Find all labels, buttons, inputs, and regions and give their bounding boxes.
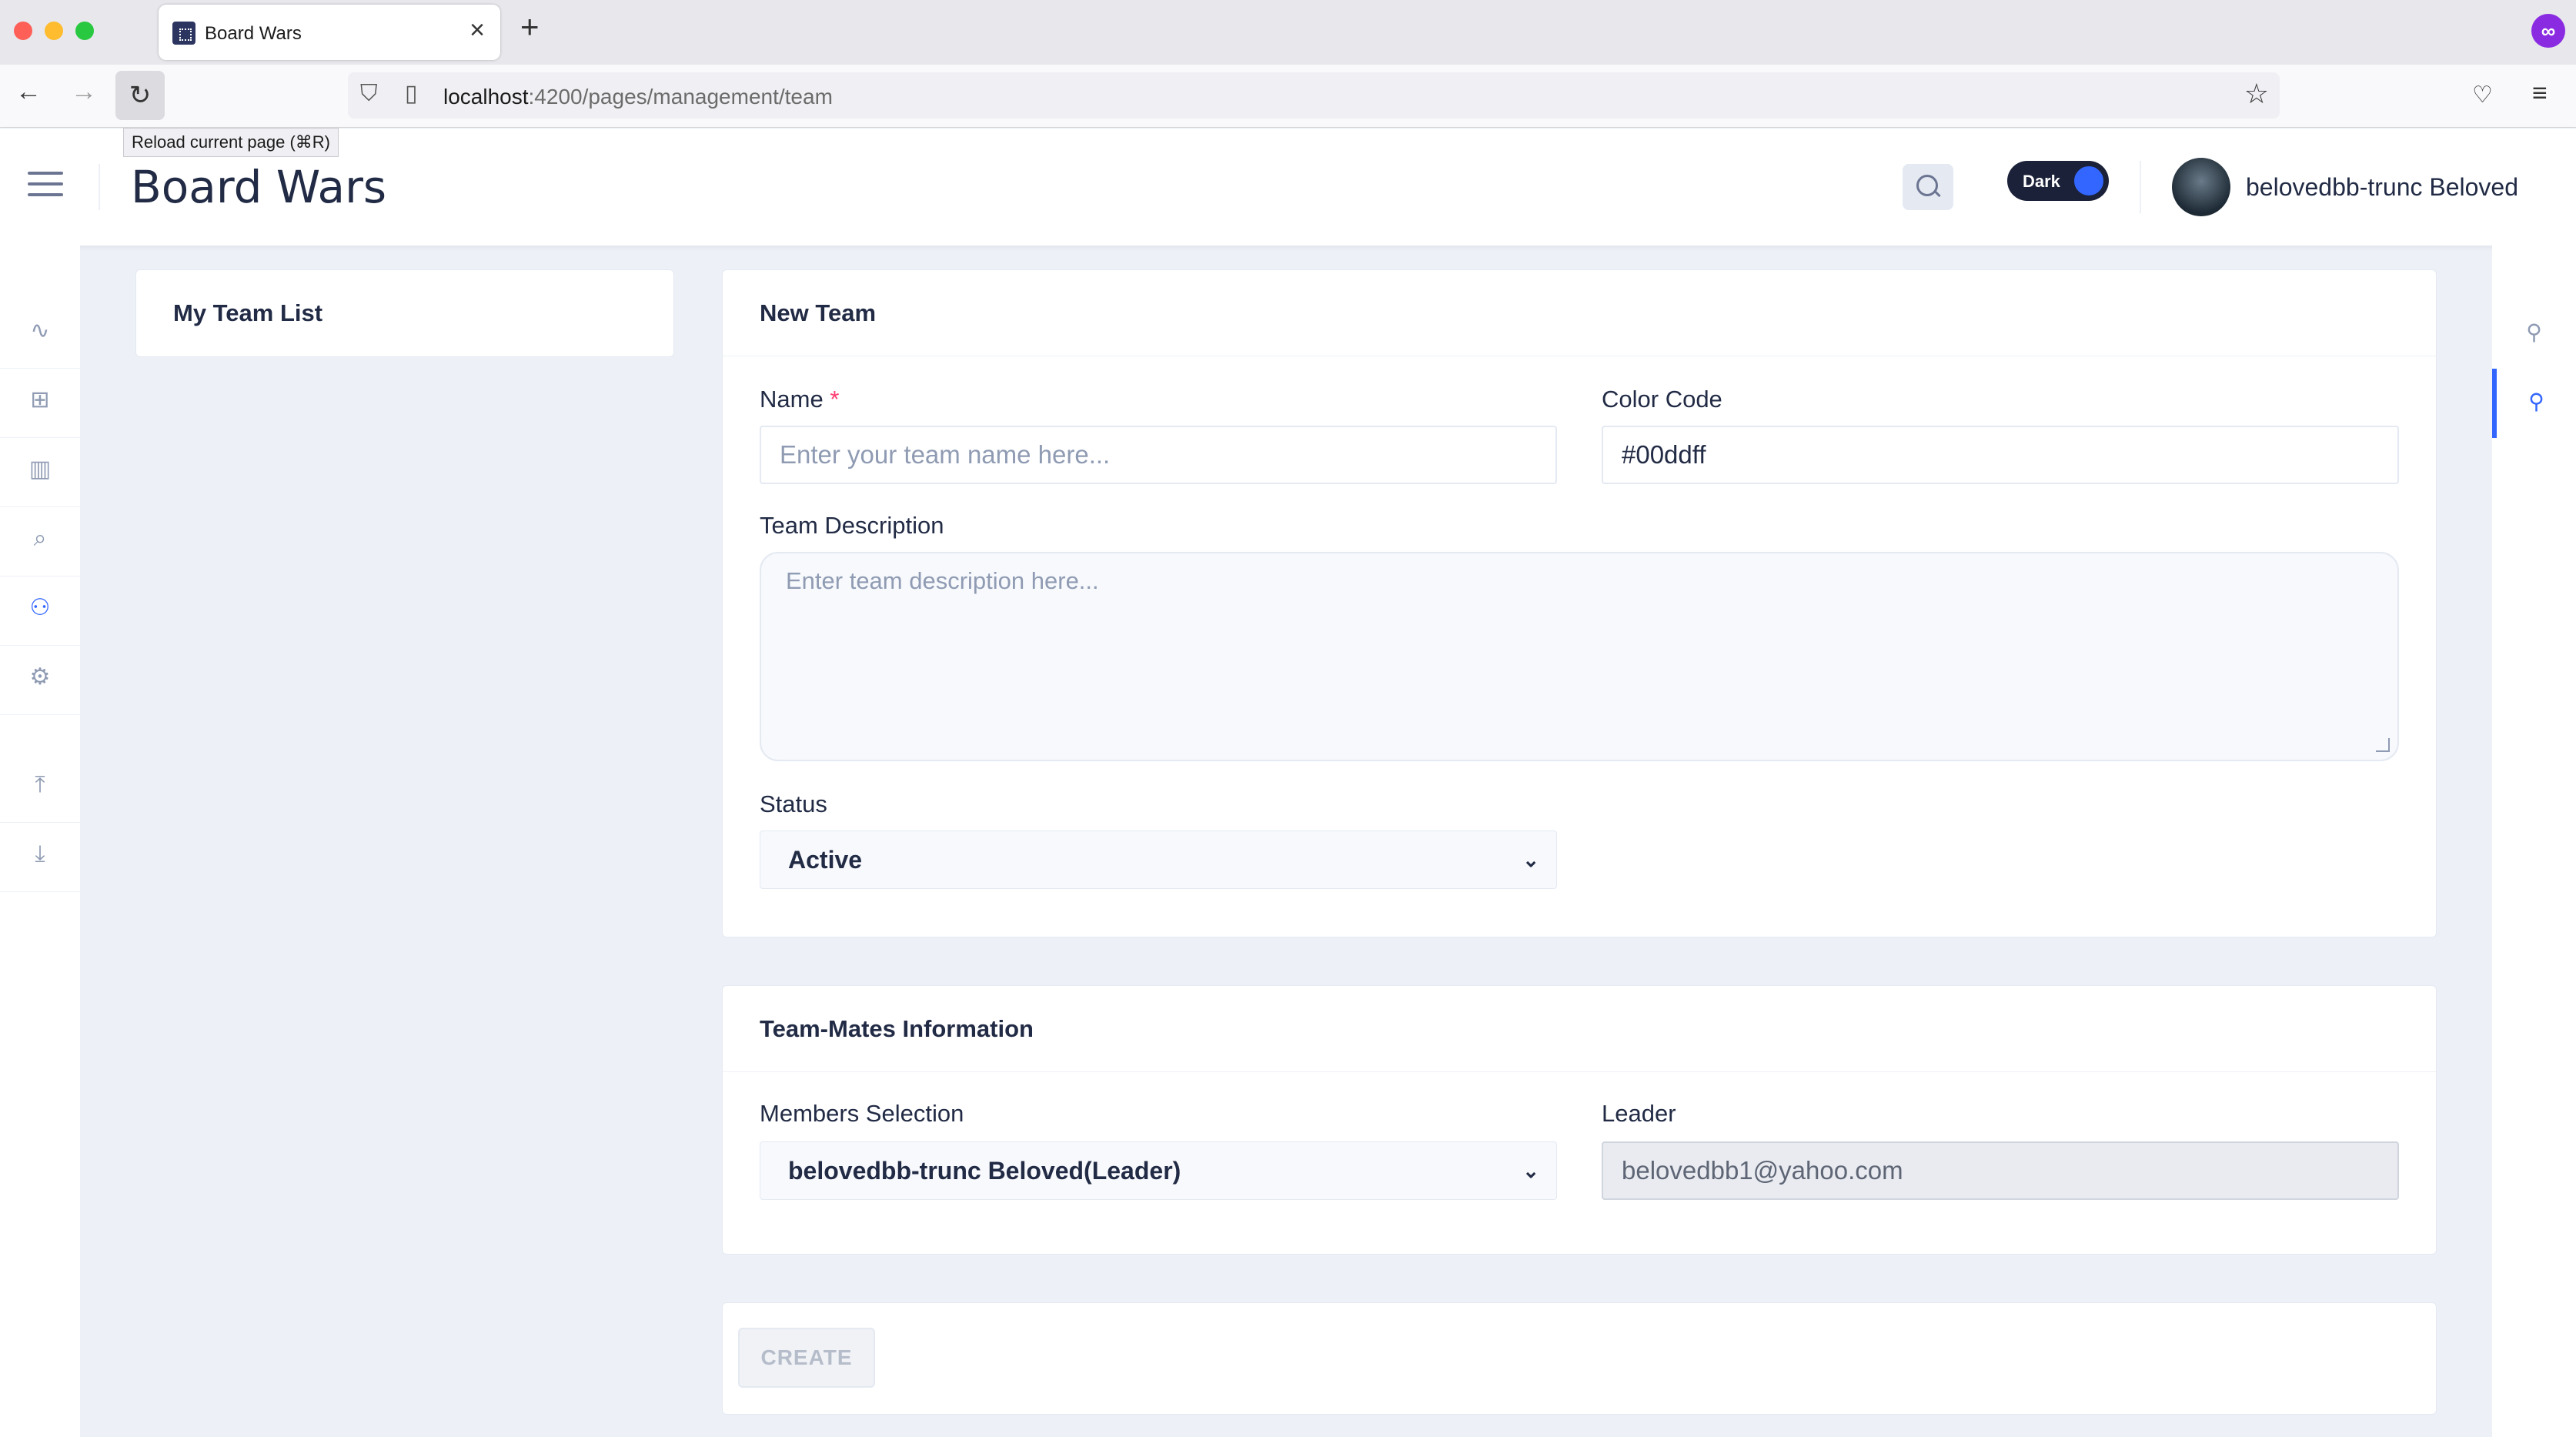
bookmark-star-icon[interactable]: ☆ <box>2244 80 2269 108</box>
url-text[interactable]: localhost:4200/pages/management/team <box>443 85 833 109</box>
members-value: belovedbb-trunc Beloved(Leader) <box>788 1157 1181 1185</box>
pocket-icon[interactable]: ♡ <box>2472 82 2493 109</box>
search-icon[interactable] <box>1903 164 1953 210</box>
header-divider <box>99 164 100 210</box>
hamburger-menu-icon[interactable] <box>28 172 63 199</box>
name-label: Name * <box>760 386 840 413</box>
team-list-card: My Team List <box>135 269 674 357</box>
new-team-title: New Team <box>723 270 2436 356</box>
create-button[interactable]: CREATE <box>738 1328 875 1388</box>
browser-menu-icon[interactable]: ≡ <box>2532 79 2548 109</box>
sidebar-item-upload[interactable]: ⤒ <box>0 754 80 823</box>
search-icon: ⌕ <box>33 526 47 551</box>
extension-icon[interactable]: ∞ <box>2531 14 2565 48</box>
forward-arrow-icon[interactable]: → <box>71 79 97 105</box>
theme-toggle[interactable]: Dark <box>2007 161 2109 201</box>
gear-icon: ⚙ <box>29 664 51 690</box>
tab-title: Board Wars <box>205 23 302 44</box>
sidebar-item-boards[interactable]: ▥ <box>0 438 80 507</box>
avatar[interactable] <box>2172 158 2230 216</box>
minimize-window-button[interactable] <box>45 22 63 40</box>
board-icon: ▥ <box>28 456 52 482</box>
download-icon: ⤓ <box>35 841 45 867</box>
color-code-label: Color Code <box>1602 386 1722 413</box>
back-arrow-icon[interactable]: ← <box>15 79 42 105</box>
status-select[interactable]: Active ⌄ <box>760 830 1557 889</box>
toggle-knob <box>2073 165 2105 197</box>
leader-label: Leader <box>1602 1100 1676 1127</box>
reload-tooltip: Reload current page (⌘R) <box>123 128 339 157</box>
new-tab-icon[interactable]: + <box>520 11 540 43</box>
description-label: Team Description <box>760 512 944 539</box>
maximize-window-button[interactable] <box>75 22 94 40</box>
chevron-down-icon: ⌄ <box>1522 1159 1539 1182</box>
app-title[interactable]: Board Wars <box>131 161 386 213</box>
description-placeholder: Enter team description here... <box>786 567 1099 594</box>
close-tab-icon[interactable]: × <box>469 17 485 43</box>
app-header: Board Wars Dark belovedbb-trunc Beloved <box>0 129 2576 246</box>
shield-icon[interactable]: ⛉ <box>360 82 378 105</box>
people-icon: ⚇ <box>29 595 51 620</box>
sidebar-item-teams[interactable]: ⚇ <box>0 576 80 646</box>
new-team-card: New Team Name * Color Code #00ddff Team … <box>722 269 2437 937</box>
team-mates-card: Team-Mates Information Members Selection… <box>722 985 2437 1255</box>
sidebar-item-settings[interactable]: ⚙ <box>0 646 80 715</box>
resize-handle-icon[interactable] <box>2376 738 2390 752</box>
header-divider <box>2140 161 2141 213</box>
left-sidebar: ∿ ⊞ ▥ ⌕ ⚇ ⚙ ⤒ ⤓ <box>0 246 80 1437</box>
person-add-icon: ⚲ <box>2528 389 2544 413</box>
right-sidebar: ⚲ ⚲ <box>2492 246 2576 1437</box>
members-label: Members Selection <box>760 1100 964 1127</box>
required-mark: * <box>830 386 840 413</box>
sidebar-item-layout[interactable]: ⊞ <box>0 369 80 438</box>
status-value: Active <box>788 846 863 874</box>
team-list-title: My Team List <box>173 299 323 326</box>
layout-icon: ⊞ <box>30 387 50 413</box>
url-path: :4200/pages/management/team <box>528 85 833 109</box>
team-description-textarea[interactable]: Enter team description here... <box>760 552 2399 761</box>
theme-toggle-label: Dark <box>2023 172 2060 191</box>
sidebar-item-download[interactable]: ⤓ <box>0 823 80 892</box>
favicon-icon <box>172 22 195 45</box>
chevron-down-icon: ⌄ <box>1522 848 1539 871</box>
sidebar-item-dashboard[interactable]: ∿ <box>0 299 80 369</box>
browser-nav-bar: ← → ↻ ⛉ ▯ localhost:4200/pages/managemen… <box>0 65 2576 128</box>
members-select[interactable]: belovedbb-trunc Beloved(Leader) ⌄ <box>760 1141 1557 1200</box>
team-mates-title: Team-Mates Information <box>723 986 2436 1072</box>
status-label: Status <box>760 790 827 817</box>
activity-icon: ∿ <box>30 318 50 343</box>
url-host: localhost <box>443 85 529 109</box>
sidebar-item-search[interactable]: ⌕ <box>0 507 80 576</box>
browser-tab[interactable]: Board Wars × <box>159 5 500 60</box>
user-name[interactable]: belovedbb-trunc Beloved <box>2246 173 2518 202</box>
close-window-button[interactable] <box>14 22 32 40</box>
url-bar[interactable]: ⛉ ▯ localhost:4200/pages/management/team… <box>348 72 2280 119</box>
reload-icon[interactable]: ↻ <box>115 71 165 120</box>
sidebar-item-team[interactable]: ⚲ <box>2492 369 2576 438</box>
person-icon: ⚲ <box>2526 320 2542 344</box>
color-code-input[interactable]: #00ddff <box>1602 426 2399 484</box>
team-name-input[interactable] <box>760 426 1557 484</box>
browser-tab-bar: Board Wars × + ∞ <box>0 0 2576 65</box>
upload-icon: ⤒ <box>35 772 45 797</box>
sidebar-item-profile[interactable]: ⚲ <box>2492 299 2576 369</box>
actions-card: CREATE <box>722 1302 2437 1415</box>
page-icon: ▯ <box>405 81 418 106</box>
leader-field: belovedbb1@yahoo.com <box>1602 1141 2399 1200</box>
